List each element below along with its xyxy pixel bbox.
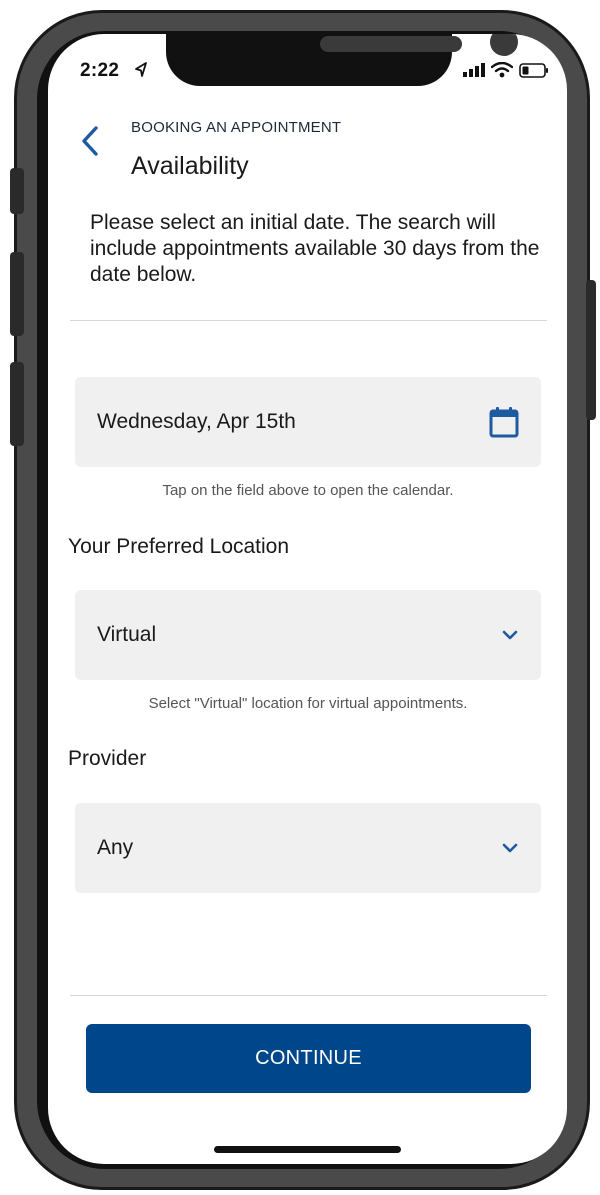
front-camera [490,34,518,56]
breadcrumb: BOOKING AN APPOINTMENT [131,119,342,136]
provider-value: Any [97,836,134,859]
location-arrow-icon [135,62,147,77]
location-value: Virtual [97,623,157,646]
notch [166,34,518,86]
battery-icon [519,62,548,78]
bottom-divider [70,995,547,996]
phone-screen: 2:22 BOOKING AN APPOINTMENT Availability… [48,34,567,1164]
date-helper-text: Tap on the field above to open the calen… [162,482,454,499]
wifi-icon [491,62,513,78]
date-field[interactable]: Wednesday, Apr 15th [75,377,541,467]
speaker-grille [320,36,462,52]
calendar-icon [489,407,519,438]
provider-label: Provider [68,747,147,770]
date-value: Wednesday, Apr 15th [97,410,296,433]
mute-switch [10,168,24,214]
intro-text: Please select an initial date. The searc… [90,211,540,286]
status-icons [463,60,549,80]
back-chevron-icon[interactable] [76,124,102,158]
page-title: Availability [131,152,249,180]
top-divider [70,320,547,321]
volume-up-button [10,252,24,336]
location-label: Your Preferred Location [68,535,290,558]
status-time: 2:22 [80,60,120,81]
power-button [586,280,596,420]
chevron-down-icon [502,843,518,853]
signal-icon [463,63,485,77]
chevron-down-icon [502,630,518,640]
location-helper-text: Select "Virtual" location for virtual ap… [148,695,468,712]
location-select[interactable]: Virtual [75,590,541,680]
home-indicator [214,1146,401,1153]
volume-down-button [10,362,24,446]
continue-button[interactable]: CONTINUE [86,1024,531,1093]
provider-select[interactable]: Any [75,803,541,893]
